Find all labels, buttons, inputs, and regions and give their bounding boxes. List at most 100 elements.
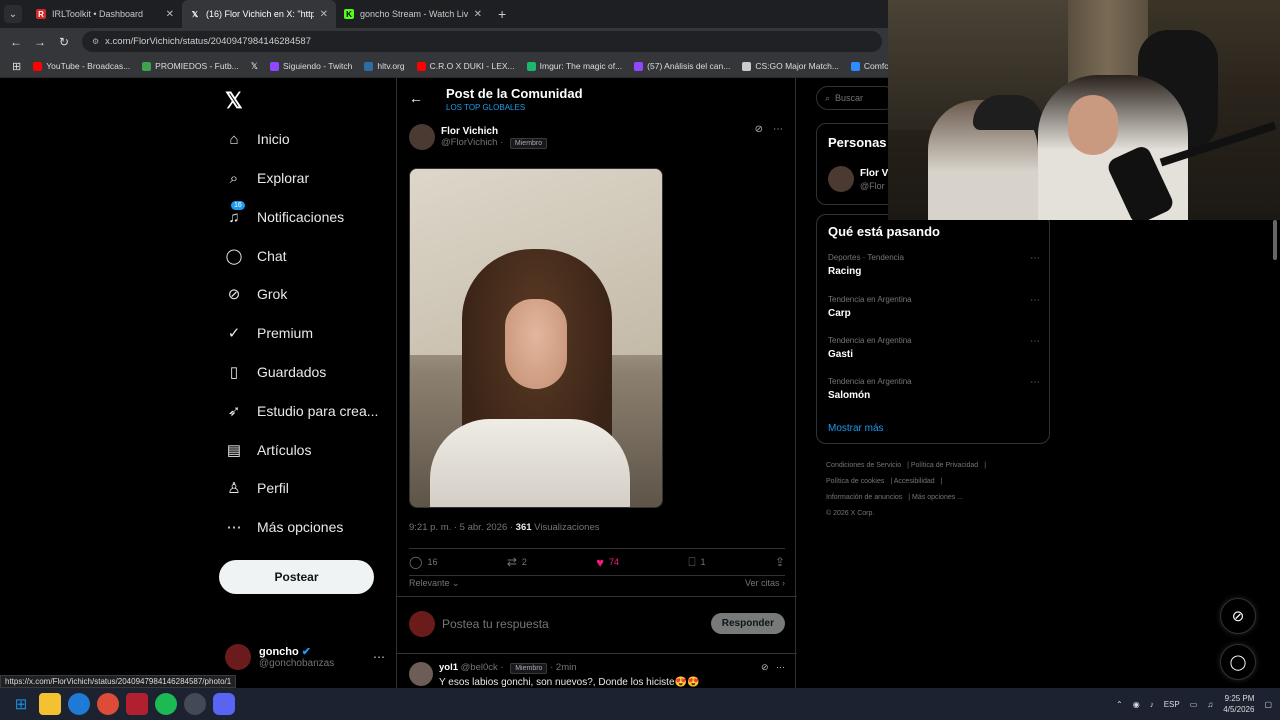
person-name[interactable]: Flor Vi [860, 168, 891, 179]
footer-link[interactable]: Política de cookies [826, 478, 884, 485]
microphone-icon[interactable]: ♪ [1150, 700, 1154, 709]
scrollbar-thumb[interactable] [1273, 220, 1277, 260]
more-icon[interactable]: ⋯ [1030, 295, 1040, 306]
footer-link[interactable]: Condiciones de Servicio [826, 462, 901, 469]
network-icon[interactable]: ▭ [1190, 700, 1198, 709]
nav-item-grok[interactable]: ⊘ Grok [225, 285, 288, 303]
nav-item-chat[interactable]: ◯ Chat [225, 247, 287, 265]
close-icon[interactable]: ✕ [474, 9, 482, 20]
address-bar[interactable]: ⚙ x.com/FlorVichich/status/2040947984146… [82, 31, 882, 52]
chrome-icon[interactable] [97, 693, 119, 715]
tab-title: goncho Stream - Watch Live on [360, 9, 468, 19]
back-arrow-icon[interactable]: ← [409, 90, 423, 106]
more-icon[interactable]: ⋯ [776, 662, 785, 672]
bookmark-action[interactable]: ⎕ 1 [688, 555, 705, 570]
nav-item-explorar[interactable]: ⌕ Explorar [225, 169, 309, 187]
trend-item[interactable]: Tendencia en Argentina Gasti ⋯ [828, 336, 1040, 360]
language-indicator[interactable]: ESP [1164, 700, 1180, 709]
irltoolkit-favicon-icon: R [36, 9, 46, 19]
irltoolkit-icon[interactable] [126, 693, 148, 715]
tab-irltoolkit[interactable]: R IRLToolkit • Dashboard ✕ [28, 0, 182, 28]
footer-link[interactable]: Accesibilidad [894, 478, 935, 485]
spotify-icon[interactable] [155, 693, 177, 715]
grok-float-button[interactable]: ⊘ [1220, 598, 1256, 634]
bookmark-hltv[interactable]: hltv.org [358, 61, 410, 71]
nav-item-guardados[interactable]: ▯ Guardados [225, 363, 326, 381]
nav-item-articulos[interactable]: ▤ Artículos [225, 441, 312, 459]
like-action[interactable]: ♥ 74 [596, 555, 619, 570]
community-link[interactable]: LOS TOP GLOBALES [446, 103, 525, 112]
twitch-icon [270, 61, 280, 71]
chevron-up-icon[interactable]: ⌃ [1116, 700, 1123, 709]
steam-helper-icon[interactable] [184, 693, 206, 715]
author-name[interactable]: Flor Vichich [441, 126, 547, 137]
new-tab-button[interactable]: + [498, 6, 506, 22]
view-quotes-link[interactable]: Ver citas › [745, 578, 785, 589]
reply-action[interactable]: ◯ 16 [409, 555, 437, 569]
bookmark-promiedos[interactable]: PROMIEDOS - Futb... [136, 61, 245, 71]
sort-dropdown[interactable]: Relevante ⌄ [409, 578, 460, 589]
grok-icon[interactable]: ⊘ [761, 662, 769, 672]
more-icon[interactable]: ⋯ [773, 124, 783, 135]
back-arrow-icon[interactable]: ← [4, 35, 28, 49]
bookmark-x[interactable]: 𝕏 [245, 61, 264, 72]
tab-search-button[interactable]: ⌄ [4, 5, 22, 23]
post-author[interactable]: Flor Vichich @FlorVichich · Miembro [409, 124, 548, 150]
footer-link[interactable]: Más opciones ... [912, 494, 963, 501]
x-logo-icon[interactable]: 𝕏 [225, 88, 243, 114]
reload-icon[interactable]: ↻ [52, 35, 76, 49]
volume-icon[interactable]: ♫ [1207, 700, 1213, 709]
messages-float-button[interactable]: ◯ [1220, 644, 1256, 680]
more-icon[interactable]: ⋯ [1030, 253, 1040, 264]
show-more-link[interactable]: Mostrar más [828, 423, 884, 434]
bookmark-csgo-major[interactable]: CS:GO Major Match... [736, 61, 845, 71]
bookmark-analisis[interactable]: (57) Análisis del can... [628, 61, 736, 71]
nav-item-mas-opciones[interactable]: ⋯ Más opciones [225, 518, 344, 536]
repost-action[interactable]: ⇄ 2 [507, 555, 527, 569]
post-button[interactable]: Postear [219, 560, 374, 594]
nav-item-inicio[interactable]: ⌂ Inicio [225, 130, 289, 148]
avatar[interactable] [409, 662, 433, 686]
close-icon[interactable]: ✕ [320, 9, 328, 20]
bookmark-imgur[interactable]: Imgur: The magic of... [521, 61, 629, 71]
search-icon: ⌕ [229, 169, 239, 187]
bookmark-cro-duki[interactable]: C.R.O X DUKI - LEX... [411, 61, 521, 71]
grok-icon[interactable]: ⊘ [755, 124, 763, 135]
nav-item-estudio[interactable]: ➶ Estudio para crea... [225, 402, 379, 420]
steam-icon[interactable]: ◉ [1133, 700, 1140, 709]
nav-item-notificaciones[interactable]: ♫ 16 Notificaciones [225, 201, 344, 226]
more-icon[interactable]: ⋯ [373, 650, 385, 664]
notifications-icon[interactable]: ▢ [1264, 700, 1272, 709]
trend-item[interactable]: Tendencia en Argentina Salomón ⋯ [828, 377, 1040, 401]
site-info-icon[interactable]: ⚙ [92, 37, 99, 46]
nav-item-perfil[interactable]: ♙ Perfil [225, 479, 289, 497]
search-input[interactable]: ⌕ Buscar [816, 86, 896, 110]
trend-item[interactable]: Tendencia en Argentina Carp ⋯ [828, 295, 1040, 319]
nav-item-premium[interactable]: ✓ Premium [225, 324, 313, 342]
reply-input[interactable]: Postea tu respuesta [442, 617, 549, 631]
edge-icon[interactable] [68, 693, 90, 715]
forward-arrow-icon[interactable]: → [28, 35, 52, 49]
avatar[interactable] [409, 124, 435, 150]
bookmark-youtube[interactable]: YouTube - Broadcas... [27, 61, 136, 71]
account-switcher[interactable]: goncho ✔ @gonchobanzas ⋯ [225, 644, 385, 670]
discord-icon[interactable] [213, 693, 235, 715]
more-icon[interactable]: ⋯ [1030, 336, 1040, 347]
reply-button[interactable]: Responder [710, 613, 785, 634]
tab-kick-stream[interactable]: K goncho Stream - Watch Live on ✕ [336, 0, 490, 28]
more-icon[interactable]: ⋯ [1030, 377, 1040, 388]
apps-grid-icon[interactable]: ⊞ [6, 60, 27, 73]
footer-link[interactable]: Información de anuncios [826, 494, 902, 501]
tab-x-post[interactable]: 𝕏 (16) Flor Vichich en X: "https://t ✕ [182, 0, 336, 28]
windows-start-icon[interactable]: ⊞ [10, 693, 32, 715]
close-icon[interactable]: ✕ [166, 9, 174, 20]
trend-item[interactable]: Deportes · Tendencia Racing ⋯ [828, 253, 1040, 277]
post-photo[interactable] [409, 168, 663, 508]
scrollbar[interactable] [1271, 220, 1278, 620]
file-explorer-icon[interactable] [39, 693, 61, 715]
share-action[interactable]: ⇪ [775, 555, 785, 569]
footer-link[interactable]: Política de Privacidad [911, 462, 978, 469]
bookmark-twitch[interactable]: Siguiendo - Twitch [264, 61, 358, 71]
avatar[interactable] [828, 166, 854, 192]
clock[interactable]: 9:25 PM 4/5/2026 [1223, 693, 1254, 715]
